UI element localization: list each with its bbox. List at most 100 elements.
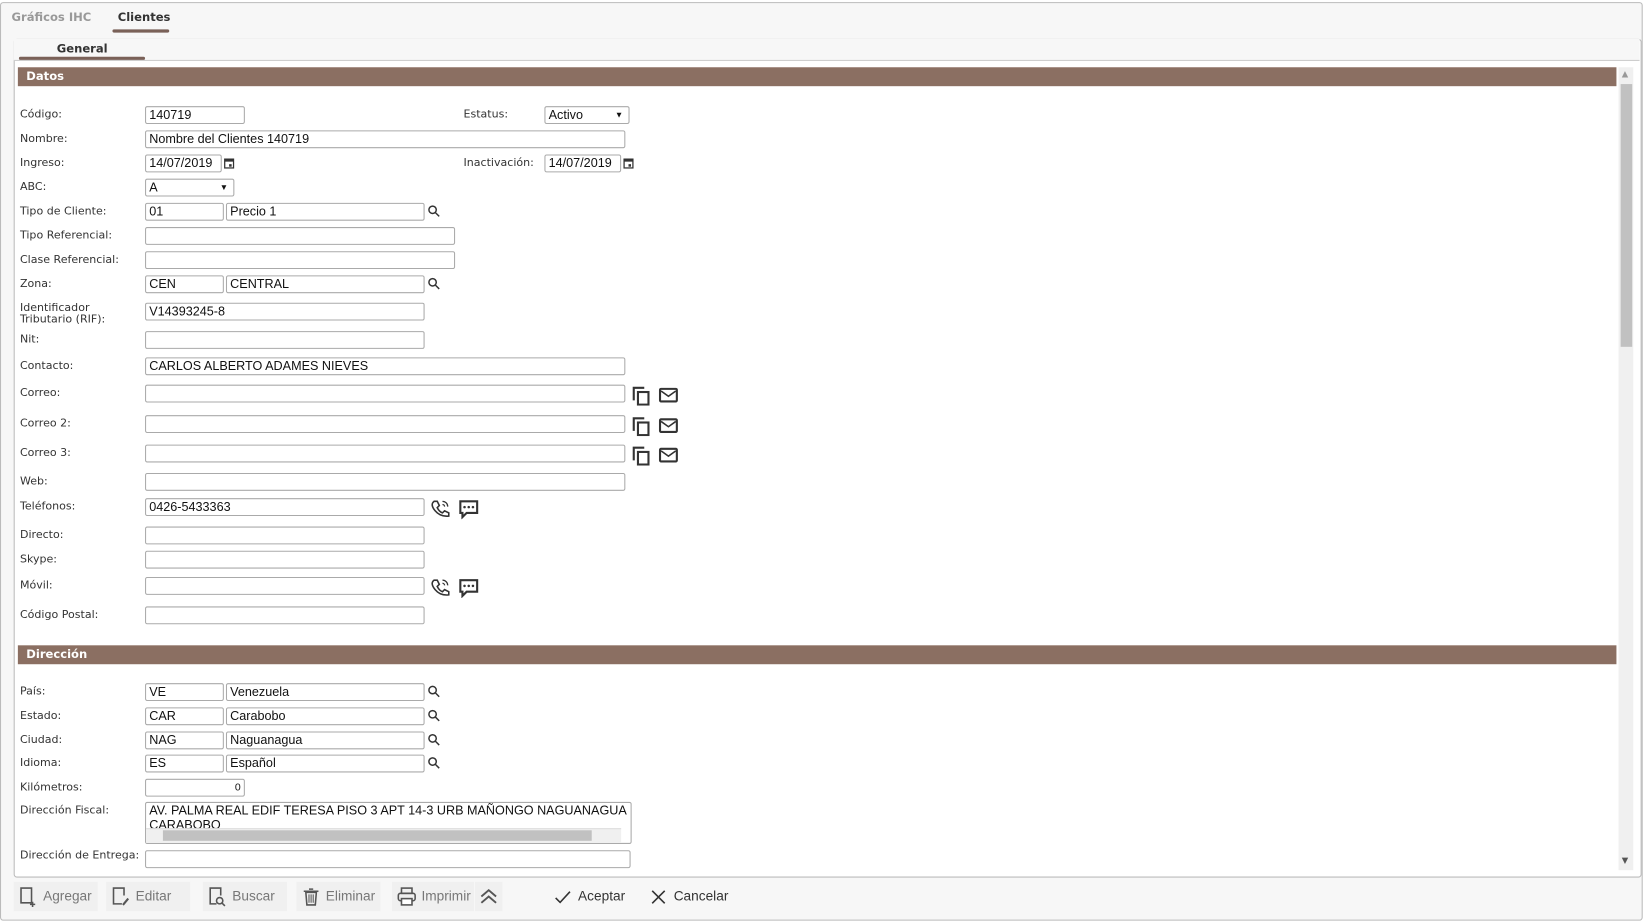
horizontal-scrollbar-thumb[interactable]	[162, 830, 592, 841]
edit-document-icon	[112, 887, 130, 906]
tab-general[interactable]: General	[57, 42, 108, 56]
copy-icon[interactable]	[631, 385, 652, 406]
pais-name-input[interactable]: Venezuela	[225, 683, 425, 702]
imprimir-button[interactable]: Imprimir	[392, 881, 475, 912]
printer-icon	[397, 887, 416, 906]
scrollbar-thumb[interactable]	[1620, 84, 1633, 347]
calendar-icon[interactable]	[622, 157, 635, 170]
tab-clientes[interactable]: Clientes	[118, 11, 171, 25]
phone-call-icon[interactable]	[430, 498, 451, 519]
expand-toolbar-button[interactable]	[475, 881, 503, 912]
mail-icon[interactable]	[658, 415, 679, 436]
tipo-de-cliente-code-input[interactable]: 01	[145, 202, 224, 221]
editar-label: Editar	[135, 888, 172, 904]
codigo-postal-input[interactable]	[145, 606, 425, 625]
label-zona: Zona:	[19, 277, 52, 291]
sms-icon[interactable]	[458, 577, 479, 599]
scroll-down-icon[interactable]: ▼	[1622, 856, 1628, 865]
label-pais: País:	[19, 685, 46, 698]
label-direccion-fiscal: Dirección Fiscal:	[19, 804, 110, 817]
aceptar-label: Aceptar	[578, 888, 626, 904]
codigo-input[interactable]: 140719	[145, 106, 245, 125]
sms-icon[interactable]	[458, 498, 479, 520]
buscar-button[interactable]: Buscar	[202, 881, 287, 912]
web-input[interactable]	[145, 472, 626, 491]
correo-3-input[interactable]	[145, 444, 626, 463]
editar-button[interactable]: Editar	[106, 881, 191, 912]
phone-call-icon[interactable]	[430, 577, 451, 598]
estatus-select[interactable]: Activo	[544, 106, 630, 125]
subtab-bar	[13, 38, 1640, 61]
clase-referencial-input[interactable]	[145, 251, 456, 270]
search-icon[interactable]	[427, 708, 442, 723]
label-tipo-de-cliente: Tipo de Cliente:	[19, 204, 107, 218]
idioma-name-input[interactable]: Español	[225, 754, 425, 773]
cancelar-button[interactable]: Cancelar	[650, 882, 729, 911]
aceptar-button[interactable]: Aceptar	[554, 882, 625, 911]
inactivacion-date-input[interactable]: 14/07/2019	[544, 154, 622, 173]
double-chevron-up-icon	[480, 888, 497, 904]
copy-icon[interactable]	[631, 445, 652, 466]
buscar-label: Buscar	[232, 888, 275, 904]
idioma-code-input[interactable]: ES	[145, 754, 224, 773]
direccion-de-entrega-input[interactable]	[145, 850, 631, 869]
label-direccion-de-entrega: Dirección de Entrega:	[19, 849, 140, 862]
zona-name-input[interactable]: CENTRAL	[225, 275, 425, 294]
search-icon[interactable]	[427, 756, 442, 771]
label-correo-2: Correo 2:	[19, 417, 71, 430]
imprimir-label: Imprimir	[421, 888, 471, 904]
mail-icon[interactable]	[658, 445, 679, 466]
label-estatus: Estatus:	[463, 108, 509, 121]
label-kilometros: Kilómetros:	[19, 780, 83, 794]
identificador-tributario-rif-input[interactable]: V14393245-8	[145, 302, 425, 321]
nombre-input[interactable]: Nombre del Clientes 140719	[145, 130, 626, 149]
estado-code-input[interactable]: CAR	[145, 707, 224, 726]
search-icon[interactable]	[427, 204, 442, 219]
tab-graficos-ihc[interactable]: Gráficos IHC	[12, 11, 92, 25]
correo-input[interactable]	[145, 384, 626, 403]
active-tab-indicator	[112, 29, 170, 33]
skype-input[interactable]	[145, 550, 425, 569]
kilometros-input[interactable]: 0	[145, 778, 245, 797]
calendar-icon[interactable]	[223, 157, 236, 170]
label-telefonos: Teléfonos:	[19, 500, 76, 513]
add-document-icon	[20, 887, 36, 908]
ciudad-name-input[interactable]: Naguanagua	[225, 731, 425, 750]
contacto-input[interactable]: CARLOS ALBERTO ADAMES NIEVES	[145, 357, 626, 376]
label-skype: Skype:	[19, 552, 58, 566]
telefonos-input[interactable]: 0426-5433363	[145, 498, 425, 517]
abc-select[interactable]: A	[145, 178, 235, 197]
section-direccion: Dirección	[17, 645, 1617, 665]
search-icon[interactable]	[427, 684, 442, 699]
general-tab-indicator	[18, 56, 146, 60]
close-icon	[651, 889, 666, 904]
copy-icon[interactable]	[631, 415, 652, 437]
label-ciudad: Ciudad:	[19, 733, 63, 747]
tipo-de-cliente-name-input[interactable]: Precio 1	[225, 202, 425, 221]
label-estado: Estado:	[19, 709, 62, 723]
label-clase-referencial: Clase Referencial:	[19, 253, 119, 266]
label-inactivacion: Inactivación:	[463, 156, 534, 170]
pais-code-input[interactable]: VE	[145, 683, 224, 702]
nit-input[interactable]	[145, 331, 425, 349]
scroll-up-icon[interactable]: ▲	[1622, 69, 1628, 78]
movil-input[interactable]	[145, 576, 425, 595]
correo-2-input[interactable]	[145, 415, 626, 434]
agregar-button[interactable]: Agregar	[13, 881, 98, 912]
ingreso-date-input[interactable]: 14/07/2019	[145, 154, 222, 173]
agregar-label: Agregar	[43, 888, 92, 904]
zona-code-input[interactable]: CEN	[145, 275, 224, 294]
mail-icon[interactable]	[658, 385, 679, 406]
search-icon[interactable]	[427, 276, 442, 291]
label-contacto: Contacto:	[19, 359, 74, 373]
search-icon[interactable]	[427, 733, 442, 748]
estado-name-input[interactable]: Carabobo	[225, 707, 425, 726]
label-correo-3: Correo 3:	[19, 446, 71, 460]
ciudad-code-input[interactable]: NAG	[145, 731, 224, 750]
directo-input[interactable]	[145, 526, 425, 545]
tipo-referencial-input[interactable]	[145, 227, 456, 245]
eliminar-button[interactable]: Eliminar	[296, 881, 381, 912]
label-codigo: Código:	[19, 108, 62, 121]
cancelar-label: Cancelar	[673, 888, 729, 904]
section-datos: Datos	[17, 67, 1617, 87]
